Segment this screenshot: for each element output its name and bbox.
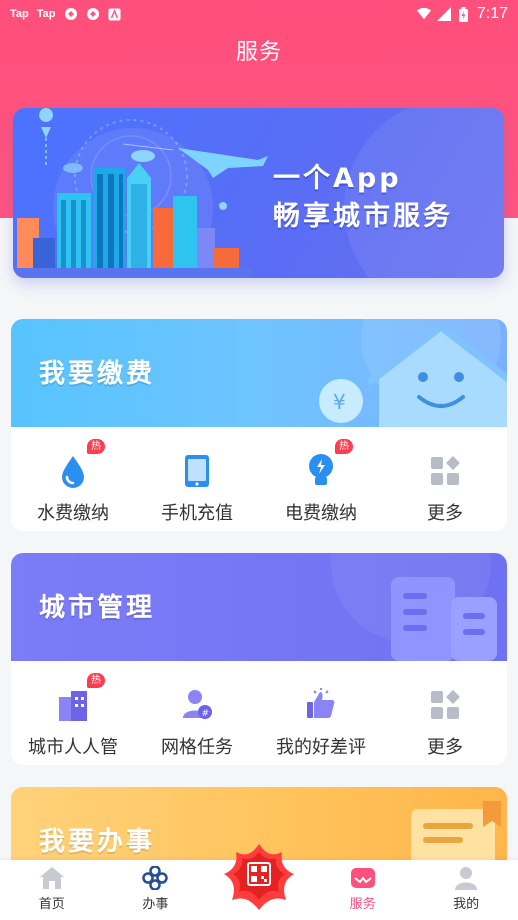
section-payment: ¥ 我要缴费 热 水费缴纳 手机充值 热 电费缴纳 更多 <box>11 319 507 531</box>
clock-time: 7:17 <box>476 5 508 22</box>
banner-slogan: 一个App 畅享城市服务 <box>273 160 453 236</box>
item-my-reviews[interactable]: 我的好差评 <box>259 661 383 765</box>
banner-line2: 畅享城市服务 <box>273 201 453 232</box>
tab-label: 我的 <box>453 897 480 912</box>
section-payment-header: ¥ 我要缴费 <box>11 319 507 427</box>
svg-text:#: # <box>202 709 210 719</box>
service-icon <box>350 868 375 888</box>
battery-icon <box>457 6 471 22</box>
home-icon <box>39 867 64 889</box>
tab-label: 首页 <box>38 897 65 912</box>
tab-label: 服务 <box>349 897 376 912</box>
water-drop-icon: 热 <box>53 439 105 491</box>
grid-more-icon <box>425 451 465 491</box>
scan-qr-button[interactable] <box>222 842 296 912</box>
tab-profile[interactable]: 我的 <box>414 860 518 920</box>
tap-app-indicator: Tap <box>36 8 56 20</box>
item-city-everyone[interactable]: 热 城市人人管 <box>11 661 135 765</box>
user-task-icon: # <box>177 685 217 725</box>
grid-more-icon <box>425 685 465 725</box>
item-label: 城市人人管 <box>28 737 118 758</box>
qr-flower-icon <box>224 844 294 910</box>
svg-text:¥: ¥ <box>333 390 346 414</box>
thumbs-up-icon <box>301 685 341 725</box>
profile-icon <box>455 867 478 890</box>
wifi-icon <box>416 7 431 21</box>
promo-banner[interactable]: 一个App 畅享城市服务 <box>13 108 504 278</box>
tap-app-indicator: Tap <box>10 8 29 20</box>
item-label: 我的好差评 <box>276 737 366 758</box>
section-payment-items: 热 水费缴纳 手机充值 热 电费缴纳 更多 <box>11 427 507 531</box>
section-title: 我要缴费 <box>39 359 156 389</box>
item-electric-bill[interactable]: 热 电费缴纳 <box>259 427 383 531</box>
item-label: 更多 <box>427 737 463 758</box>
app-badge-icon <box>108 7 122 21</box>
bulb-icon: 热 <box>301 439 353 491</box>
item-label: 网格任务 <box>161 737 233 758</box>
tab-label: 办事 <box>142 897 169 912</box>
item-grid-task[interactable]: # 网格任务 <box>135 661 259 765</box>
item-label: 更多 <box>427 503 463 524</box>
item-label: 手机充值 <box>161 503 233 524</box>
sync-icon <box>64 7 78 21</box>
signal-icon <box>436 7 451 21</box>
hot-badge: 热 <box>87 439 105 454</box>
section-city-items: 热 城市人人管 # 网格任务 我的好差评 更多 <box>11 661 507 765</box>
banner-line1: 一个App <box>273 163 402 194</box>
hot-badge: 热 <box>335 439 353 454</box>
item-more-city[interactable]: 更多 <box>383 661 507 765</box>
status-bar: Tap Tap 7:17 <box>0 0 518 28</box>
item-label: 水费缴纳 <box>37 503 109 524</box>
knot-icon <box>142 866 169 890</box>
section-city-management: 城市管理 热 城市人人管 # 网格任务 我的好差评 更多 <box>11 553 507 765</box>
phone-icon <box>177 451 217 491</box>
page-title: 服务 <box>235 40 282 65</box>
sync-icon <box>86 7 100 21</box>
tab-home[interactable]: 首页 <box>0 860 104 920</box>
tab-affairs[interactable]: 办事 <box>104 860 208 920</box>
item-label: 电费缴纳 <box>285 503 357 524</box>
tab-service[interactable]: 服务 <box>311 860 415 920</box>
section-title: 城市管理 <box>39 593 156 623</box>
item-more-payment[interactable]: 更多 <box>383 427 507 531</box>
hot-badge: 热 <box>87 673 105 688</box>
item-phone-recharge[interactable]: 手机充值 <box>135 427 259 531</box>
building-icon: 热 <box>53 673 105 725</box>
section-city-header: 城市管理 <box>11 553 507 661</box>
section-title: 我要办事 <box>39 827 156 857</box>
item-water-bill[interactable]: 热 水费缴纳 <box>11 427 135 531</box>
